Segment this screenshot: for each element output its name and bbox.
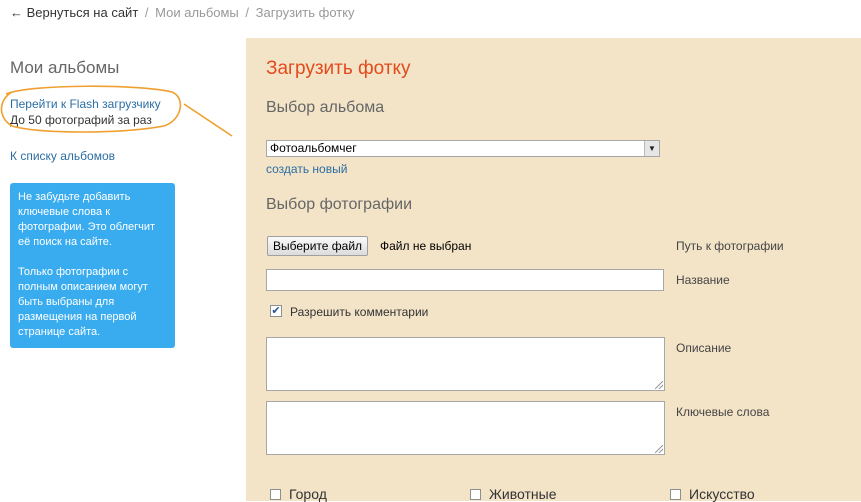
category-checkbox[interactable] bbox=[470, 489, 481, 500]
album-list-link[interactable]: К списку альбомов bbox=[10, 149, 115, 163]
breadcrumb-separator: / bbox=[144, 5, 149, 20]
annotation-pointer bbox=[183, 103, 233, 137]
category-label: Искусство bbox=[689, 486, 755, 502]
category-city[interactable]: Город bbox=[270, 486, 327, 502]
resize-grip-icon[interactable] bbox=[655, 445, 663, 453]
create-album-link[interactable]: создать новый bbox=[266, 162, 347, 176]
breadcrumb-my-albums[interactable]: Мои альбомы bbox=[155, 5, 239, 20]
category-label: Животные bbox=[489, 486, 557, 502]
album-select[interactable]: Фотоальбомчег ▼ bbox=[266, 140, 660, 157]
photo-section-title: Выбор фотографии bbox=[266, 196, 413, 213]
info-box: Не забудьте добавить ключевые слова к фо… bbox=[10, 183, 175, 348]
breadcrumb-separator: / bbox=[245, 5, 250, 20]
breadcrumb-current: Загрузить фотку bbox=[255, 5, 355, 20]
back-to-site-link[interactable]: ← Вернуться на сайт bbox=[10, 5, 138, 20]
allow-comments-checkbox[interactable]: ✔ bbox=[270, 305, 282, 317]
keywords-label: Ключевые слова bbox=[676, 405, 770, 419]
page-title: Загрузить фотку bbox=[266, 58, 411, 79]
info-description-tip: Только фотографии с полным описанием мог… bbox=[18, 266, 148, 338]
chevron-down-icon[interactable]: ▼ bbox=[644, 141, 659, 156]
sidebar-title: Мои альбомы bbox=[10, 58, 120, 77]
choose-file-button[interactable]: Выберите файл bbox=[267, 236, 369, 256]
description-textarea[interactable] bbox=[266, 337, 665, 391]
checkmark-icon: ✔ bbox=[271, 305, 281, 317]
category-art[interactable]: Искусство bbox=[670, 486, 755, 502]
file-status: Файл не выбран bbox=[380, 239, 472, 253]
resize-grip-icon[interactable] bbox=[655, 381, 663, 389]
annotation-highlight bbox=[0, 85, 233, 137]
upload-form-panel: Загрузить фотку Выбор альбома Фотоальбом… bbox=[246, 38, 861, 502]
info-keywords-tip: Не забудьте добавить ключевые слова к фо… bbox=[18, 191, 156, 248]
keywords-textarea[interactable] bbox=[266, 401, 665, 455]
album-section-title: Выбор альбома bbox=[266, 99, 385, 116]
album-select-value: Фотоальбомчег bbox=[270, 141, 357, 155]
category-label: Город bbox=[289, 486, 327, 502]
photo-name-input[interactable] bbox=[266, 269, 664, 291]
category-checkbox[interactable] bbox=[670, 489, 681, 500]
description-label: Описание bbox=[676, 341, 732, 355]
category-animals[interactable]: Животные bbox=[470, 486, 557, 502]
breadcrumb: ← Вернуться на сайт / Мои альбомы / Загр… bbox=[10, 5, 355, 20]
photo-name-label: Название bbox=[676, 273, 730, 287]
photo-path-label: Путь к фотографии bbox=[676, 239, 784, 253]
category-checkbox[interactable] bbox=[270, 489, 281, 500]
allow-comments-label[interactable]: Разрешить комментарии bbox=[290, 305, 428, 319]
annotation-ellipse bbox=[0, 85, 182, 133]
